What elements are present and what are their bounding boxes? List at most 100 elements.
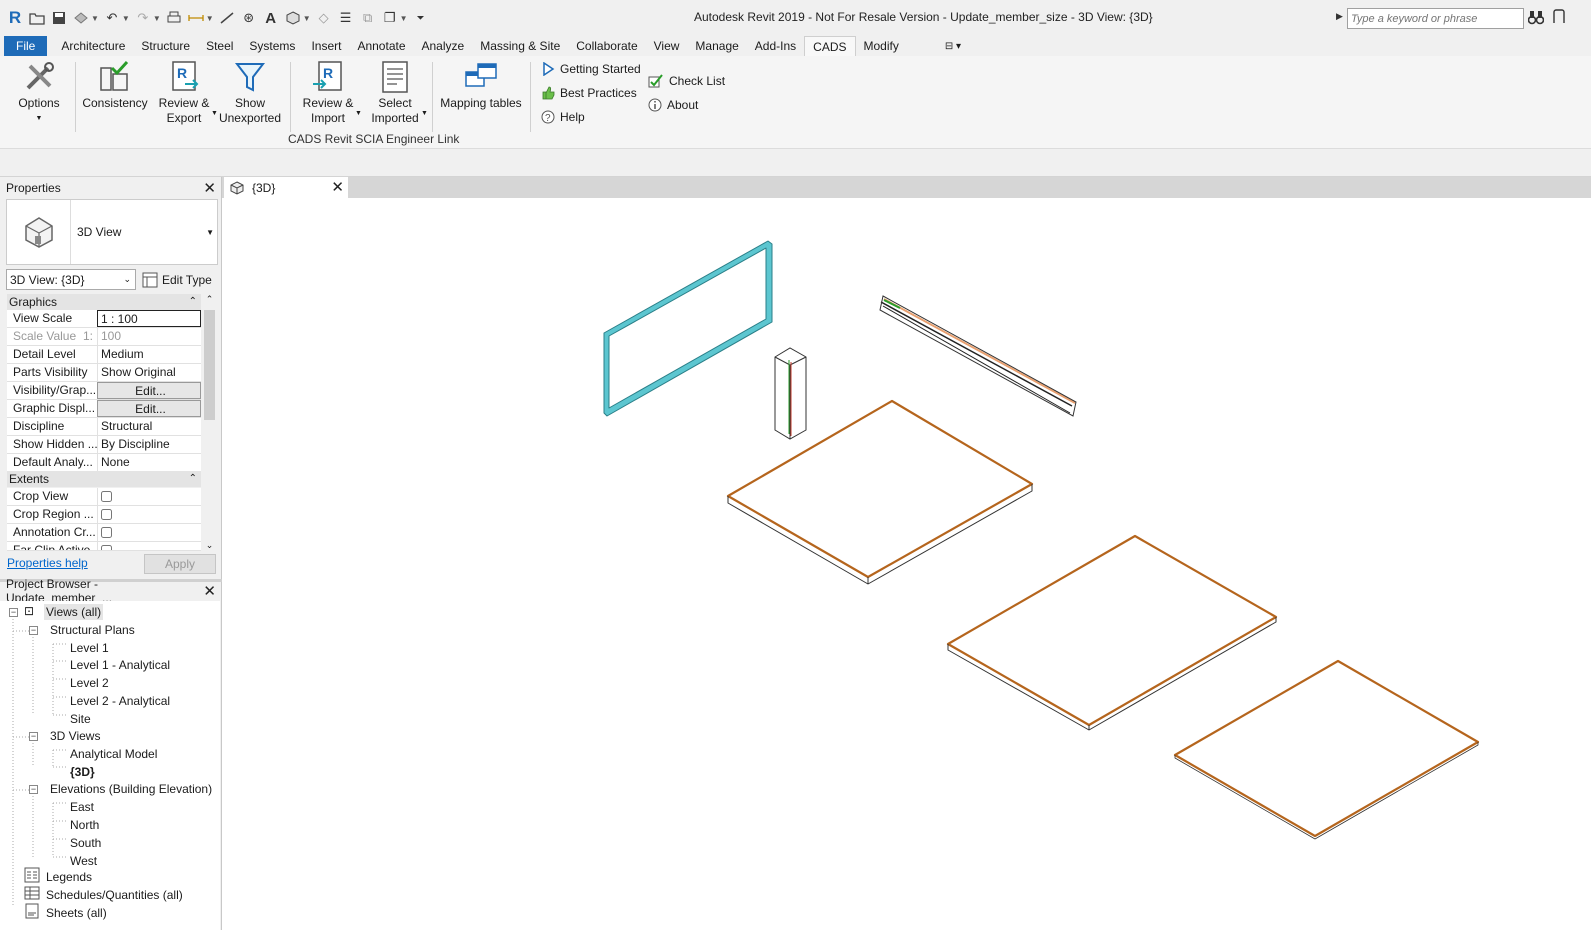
- review-export-dropdown-icon[interactable]: ▼: [211, 106, 218, 121]
- consistency-button[interactable]: Consistency: [82, 60, 148, 111]
- about-button[interactable]: About: [648, 98, 698, 112]
- annotation-crop-checkbox[interactable]: [101, 527, 112, 538]
- prop-value[interactable]: Structural: [97, 418, 201, 435]
- tree-item-level-2[interactable]: Level 2: [70, 675, 109, 691]
- tab-annotate[interactable]: Annotate: [349, 36, 413, 56]
- text-icon[interactable]: A: [262, 9, 280, 27]
- properties-help-link[interactable]: Properties help: [7, 556, 88, 570]
- tab-steel[interactable]: Steel: [198, 36, 241, 56]
- show-unexported-button[interactable]: Show Unexported: [218, 60, 282, 126]
- tab-collaborate[interactable]: Collaborate: [568, 36, 645, 56]
- tree-item-elevations[interactable]: Elevations (Building Elevation): [50, 781, 212, 797]
- crop-region-checkbox[interactable]: [101, 509, 112, 520]
- visibility-graphics-edit-button[interactable]: Edit...: [97, 382, 201, 399]
- view-tab-3d[interactable]: {3D} ✕: [224, 177, 348, 198]
- collapse-structural-plans-toggle[interactable]: −: [29, 626, 38, 635]
- model-canvas[interactable]: [222, 198, 1591, 930]
- prop-value[interactable]: Show Original: [97, 364, 201, 381]
- subscription-icon[interactable]: [1552, 9, 1566, 28]
- crop-view-checkbox[interactable]: [101, 491, 112, 502]
- tab-modify[interactable]: Modify: [856, 36, 907, 56]
- scroll-up-icon[interactable]: ⌃: [202, 294, 217, 309]
- review-export-button[interactable]: R Review & Export ▼: [155, 60, 218, 126]
- measure-dropdown-icon[interactable]: ▼: [206, 14, 214, 23]
- collapse-group-icon[interactable]: ⌃: [189, 471, 201, 487]
- options-button[interactable]: Options ▼: [14, 60, 64, 126]
- apply-button[interactable]: Apply: [144, 554, 216, 574]
- close-hidden-windows-icon[interactable]: ⧉: [359, 9, 377, 27]
- slab-element[interactable]: [726, 399, 1034, 585]
- save-icon[interactable]: [50, 9, 68, 27]
- beam-element[interactable]: [879, 295, 1077, 417]
- tab-systems[interactable]: Systems: [241, 36, 303, 56]
- 3d-viewport[interactable]: [222, 198, 1591, 930]
- measure-icon[interactable]: [187, 9, 205, 27]
- tree-item-schedules[interactable]: Schedules/Quantities (all): [46, 887, 183, 903]
- open-icon[interactable]: [28, 9, 46, 27]
- tab-insert[interactable]: Insert: [303, 36, 349, 56]
- undo-icon[interactable]: ↶: [103, 9, 121, 27]
- collapse-views-toggle[interactable]: −: [9, 608, 18, 617]
- prop-row-show-hidden[interactable]: Show Hidden ... By Discipline: [7, 436, 201, 454]
- select-imported-dropdown-icon[interactable]: ▼: [421, 106, 428, 121]
- collapse-group-icon[interactable]: ⌃: [189, 294, 201, 310]
- tree-item-analytical-model[interactable]: Analytical Model: [70, 746, 157, 762]
- view-scale-input[interactable]: 1 : 100: [97, 310, 201, 327]
- redo-icon[interactable]: ↷: [134, 9, 152, 27]
- prop-row-default-analysis[interactable]: Default Analy... None: [7, 454, 201, 472]
- print-icon[interactable]: [165, 9, 183, 27]
- sync-dropdown-icon[interactable]: ▼: [91, 14, 99, 23]
- sync-icon[interactable]: [72, 9, 90, 27]
- tree-item-legends[interactable]: Legends: [46, 869, 92, 885]
- properties-scrollbar[interactable]: ⌃ ⌄: [202, 294, 217, 551]
- tab-cads[interactable]: CADS: [804, 36, 856, 56]
- collapse-3d-views-toggle[interactable]: −: [29, 732, 38, 741]
- tree-item-views-all[interactable]: Views (all): [44, 604, 104, 620]
- redo-dropdown-icon[interactable]: ▼: [153, 14, 161, 23]
- aligned-dimension-icon[interactable]: [218, 9, 236, 27]
- group-extents[interactable]: Extents ⌃: [7, 471, 201, 487]
- help-button[interactable]: ? Help: [541, 110, 585, 124]
- column-element[interactable]: [774, 347, 807, 440]
- close-project-browser-icon[interactable]: ✕: [203, 582, 216, 600]
- slab-element[interactable]: [1173, 659, 1480, 840]
- default-3d-view-icon[interactable]: [284, 9, 302, 27]
- switch-windows-icon[interactable]: ❐: [381, 9, 399, 27]
- tab-architecture[interactable]: Architecture: [53, 36, 133, 56]
- slab-element[interactable]: [946, 534, 1278, 731]
- group-graphics[interactable]: Graphics ⌃: [7, 294, 201, 310]
- tree-item-3d-views[interactable]: 3D Views: [50, 728, 100, 744]
- prop-value[interactable]: By Discipline: [97, 436, 201, 453]
- tab-file[interactable]: File: [4, 36, 48, 56]
- tab-massing-site[interactable]: Massing & Site: [472, 36, 568, 56]
- tree-item-south[interactable]: South: [70, 835, 101, 851]
- customize-qat-icon[interactable]: ⏷: [412, 9, 430, 27]
- tab-add-ins[interactable]: Add-Ins: [747, 36, 804, 56]
- far-clip-checkbox[interactable]: [101, 545, 112, 550]
- getting-started-button[interactable]: Getting Started: [541, 62, 641, 76]
- tree-item-level-1-analytical[interactable]: Level 1 - Analytical: [70, 657, 170, 673]
- switch-windows-dropdown-icon[interactable]: ▼: [400, 14, 408, 23]
- tag-icon[interactable]: ⊛: [240, 9, 258, 27]
- tree-item-structural-plans[interactable]: Structural Plans: [50, 622, 135, 638]
- tree-item-west[interactable]: West: [70, 853, 97, 869]
- review-import-button[interactable]: R Review & Import ▼: [298, 60, 362, 126]
- thin-lines-icon[interactable]: ☰: [337, 9, 355, 27]
- section-icon[interactable]: ◇: [315, 9, 333, 27]
- prop-value[interactable]: Medium: [97, 346, 201, 363]
- review-import-dropdown-icon[interactable]: ▼: [355, 106, 362, 121]
- mapping-tables-button[interactable]: Mapping tables: [437, 60, 525, 111]
- prop-row-parts-visibility[interactable]: Parts Visibility Show Original: [7, 364, 201, 382]
- tab-view[interactable]: View: [646, 36, 688, 56]
- check-list-button[interactable]: Check List: [648, 74, 725, 88]
- prop-row-detail-level[interactable]: Detail Level Medium: [7, 346, 201, 364]
- ribbon-display-toggle-icon[interactable]: ⊟ ▾: [937, 36, 969, 56]
- graphic-display-edit-button[interactable]: Edit...: [97, 400, 201, 417]
- undo-dropdown-icon[interactable]: ▼: [122, 14, 130, 23]
- tree-item-north[interactable]: North: [70, 817, 99, 833]
- tree-item-level-1[interactable]: Level 1: [70, 640, 109, 656]
- select-imported-button[interactable]: Select Imported ▼: [366, 60, 428, 126]
- tree-item-east[interactable]: East: [70, 799, 94, 815]
- scroll-down-icon[interactable]: ⌄: [202, 540, 217, 551]
- tree-item-sheets[interactable]: Sheets (all): [46, 905, 107, 921]
